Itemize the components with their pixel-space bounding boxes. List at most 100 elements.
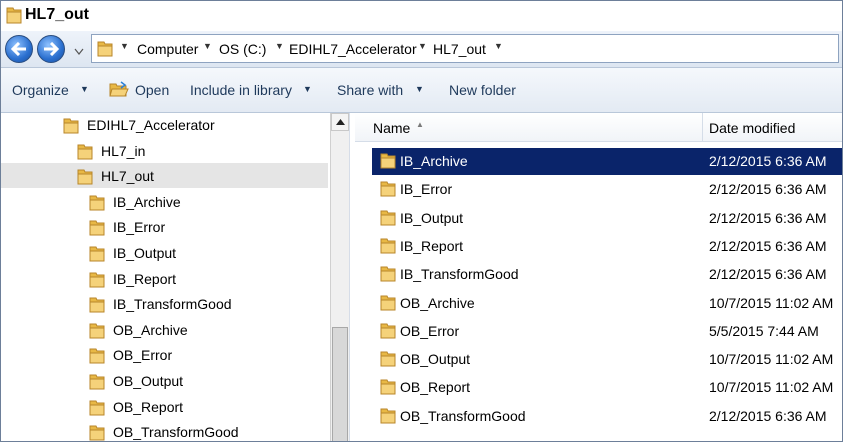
tree-item-label: IB_Archive — [113, 193, 181, 210]
breadcrumb-arrow-icon[interactable]: ▼ — [418, 41, 427, 51]
column-header-date-modified[interactable]: Date modified — [709, 120, 795, 136]
list-item[interactable]: OB_TransformGood 2/12/2015 6:36 AM — [355, 403, 842, 430]
folder-icon — [87, 270, 107, 293]
folder-icon — [87, 244, 107, 267]
scroll-up-button[interactable] — [331, 113, 349, 131]
folder-icon — [87, 295, 107, 318]
date-modified: 2/12/2015 6:36 AM — [709, 266, 827, 283]
list-item[interactable]: OB_Report 10/7/2015 11:02 AM — [355, 374, 842, 401]
list-item[interactable]: IB_Error 2/12/2015 6:36 AM — [355, 176, 842, 203]
folder-icon — [87, 423, 107, 441]
list-item[interactable]: IB_Report 2/12/2015 6:36 AM — [355, 233, 842, 260]
date-modified: 10/7/2015 11:02 AM — [709, 379, 834, 396]
breadcrumb-drive[interactable]: OS (C:) — [219, 41, 266, 57]
column-separator[interactable] — [702, 113, 703, 141]
list-item[interactable]: OB_Error 5/5/2015 7:44 AM — [355, 318, 842, 345]
tree-item-label: IB_Report — [113, 270, 177, 287]
open-icon[interactable] — [109, 80, 129, 101]
folder-icon — [378, 321, 398, 344]
chevron-down-icon[interactable]: ▼ — [415, 84, 424, 94]
date-modified: 2/12/2015 6:36 AM — [709, 181, 827, 198]
list-item[interactable]: IB_TransformGood 2/12/2015 6:36 AM — [355, 261, 842, 288]
folder-icon — [87, 398, 107, 421]
forward-arrow-icon — [44, 42, 59, 56]
tree-item-label: OB_Archive — [113, 321, 188, 338]
date-modified: 2/12/2015 6:36 AM — [709, 237, 827, 254]
breadcrumb-edihl7[interactable]: EDIHL7_Accelerator — [289, 41, 417, 57]
folder-icon — [87, 321, 107, 344]
breadcrumb-arrow-icon[interactable]: ▼ — [203, 41, 212, 51]
folder-icon — [378, 264, 398, 287]
file-name: OB_TransformGood — [400, 407, 526, 424]
tree-item-label: IB_TransformGood — [113, 296, 232, 313]
folder-icon — [61, 116, 81, 139]
folder-icon — [75, 142, 95, 165]
chevron-down-icon[interactable]: ▼ — [303, 84, 312, 94]
file-name: OB_Report — [400, 379, 471, 396]
column-headers: Name ▲ Date modified — [355, 113, 842, 142]
title-bar: HL7_out — [1, 1, 842, 31]
date-modified: 2/12/2015 6:36 AM — [709, 153, 827, 169]
date-modified: 5/5/2015 7:44 AM — [709, 322, 819, 339]
file-list: Name ▲ Date modified IB_Archive 2/12/2015… — [355, 113, 842, 441]
file-name: OB_Error — [400, 322, 460, 339]
folder-icon — [378, 406, 398, 429]
chevron-down-icon[interactable]: ▼ — [80, 84, 89, 94]
folder-icon — [378, 349, 398, 372]
recent-pages-dropdown[interactable] — [74, 45, 84, 60]
folder-icon — [96, 40, 114, 61]
breadcrumb-arrow-icon[interactable]: ▼ — [275, 41, 284, 51]
folder-icon — [87, 193, 107, 216]
file-name: IB_Archive — [400, 153, 468, 169]
include-in-library-button[interactable]: Include in library — [190, 82, 292, 98]
folder-icon — [378, 151, 398, 174]
date-modified: 2/12/2015 6:36 AM — [709, 407, 827, 424]
folder-icon — [87, 372, 107, 395]
file-name: IB_TransformGood — [400, 266, 519, 283]
file-name: OB_Output — [400, 351, 471, 368]
window-title: HL7_out — [25, 6, 89, 23]
folder-icon — [87, 218, 107, 241]
list-item[interactable]: IB_Output 2/12/2015 6:36 AM — [355, 205, 842, 232]
date-modified: 2/12/2015 6:36 AM — [709, 209, 827, 226]
scrollbar-thumb[interactable] — [332, 327, 348, 441]
address-bar[interactable]: ▼ Computer ▼ OS (C:) ▼ EDIHL7_Accelerato… — [91, 34, 839, 63]
date-modified: 10/7/2015 11:02 AM — [709, 351, 834, 368]
tree-item-label: OB_Report — [113, 398, 184, 415]
explorer-window: HL7_out ▼ Computer ▼ OS (C:) ▼ EDIHL7_Ac… — [0, 0, 843, 442]
back-arrow-icon — [11, 42, 26, 56]
folder-icon — [5, 5, 23, 29]
navigation-pane-scrollbar[interactable] — [330, 113, 349, 441]
breadcrumb-computer[interactable]: Computer — [137, 41, 198, 57]
list-item[interactable]: IB_Archive 2/12/2015 6:36 AM — [355, 148, 842, 175]
breadcrumb-arrow-icon[interactable]: ▼ — [120, 41, 129, 51]
open-button[interactable]: Open — [135, 82, 169, 98]
breadcrumb-arrow-icon[interactable]: ▼ — [494, 41, 503, 51]
list-item[interactable]: OB_Output 10/7/2015 11:02 AM — [355, 346, 842, 373]
file-name: IB_Output — [400, 209, 464, 226]
scroll-up-arrow-icon — [336, 119, 345, 125]
list-item[interactable]: OB_Archive 10/7/2015 11:02 AM — [355, 290, 842, 317]
back-button[interactable] — [5, 35, 33, 63]
navigation-bar: ▼ Computer ▼ OS (C:) ▼ EDIHL7_Accelerato… — [1, 31, 842, 68]
folder-icon — [75, 167, 95, 190]
tree-item-label: HL7_in — [101, 142, 146, 159]
tree-item-label: EDIHL7_Accelerator — [87, 117, 215, 133]
folder-icon — [87, 346, 107, 369]
folder-icon — [378, 179, 398, 202]
file-name: IB_Error — [400, 181, 453, 198]
new-folder-button[interactable]: New folder — [449, 82, 516, 98]
breadcrumb-hl7-out[interactable]: HL7_out — [433, 41, 486, 57]
navigation-pane: EDIHL7_Accelerator HL7_in HL7_out IB_Archiv… — [1, 113, 328, 441]
folder-icon — [378, 293, 398, 316]
forward-button[interactable] — [37, 35, 65, 63]
folder-icon — [378, 208, 398, 231]
tree-item-label: HL7_out — [101, 168, 154, 185]
column-header-name[interactable]: Name — [373, 120, 410, 136]
file-name: OB_Archive — [400, 294, 475, 311]
folder-icon — [378, 377, 398, 400]
sort-ascending-icon: ▲ — [416, 120, 424, 129]
tree-item-label: OB_TransformGood — [113, 424, 239, 441]
share-with-button[interactable]: Share with — [337, 82, 403, 98]
organize-button[interactable]: Organize — [12, 82, 69, 98]
